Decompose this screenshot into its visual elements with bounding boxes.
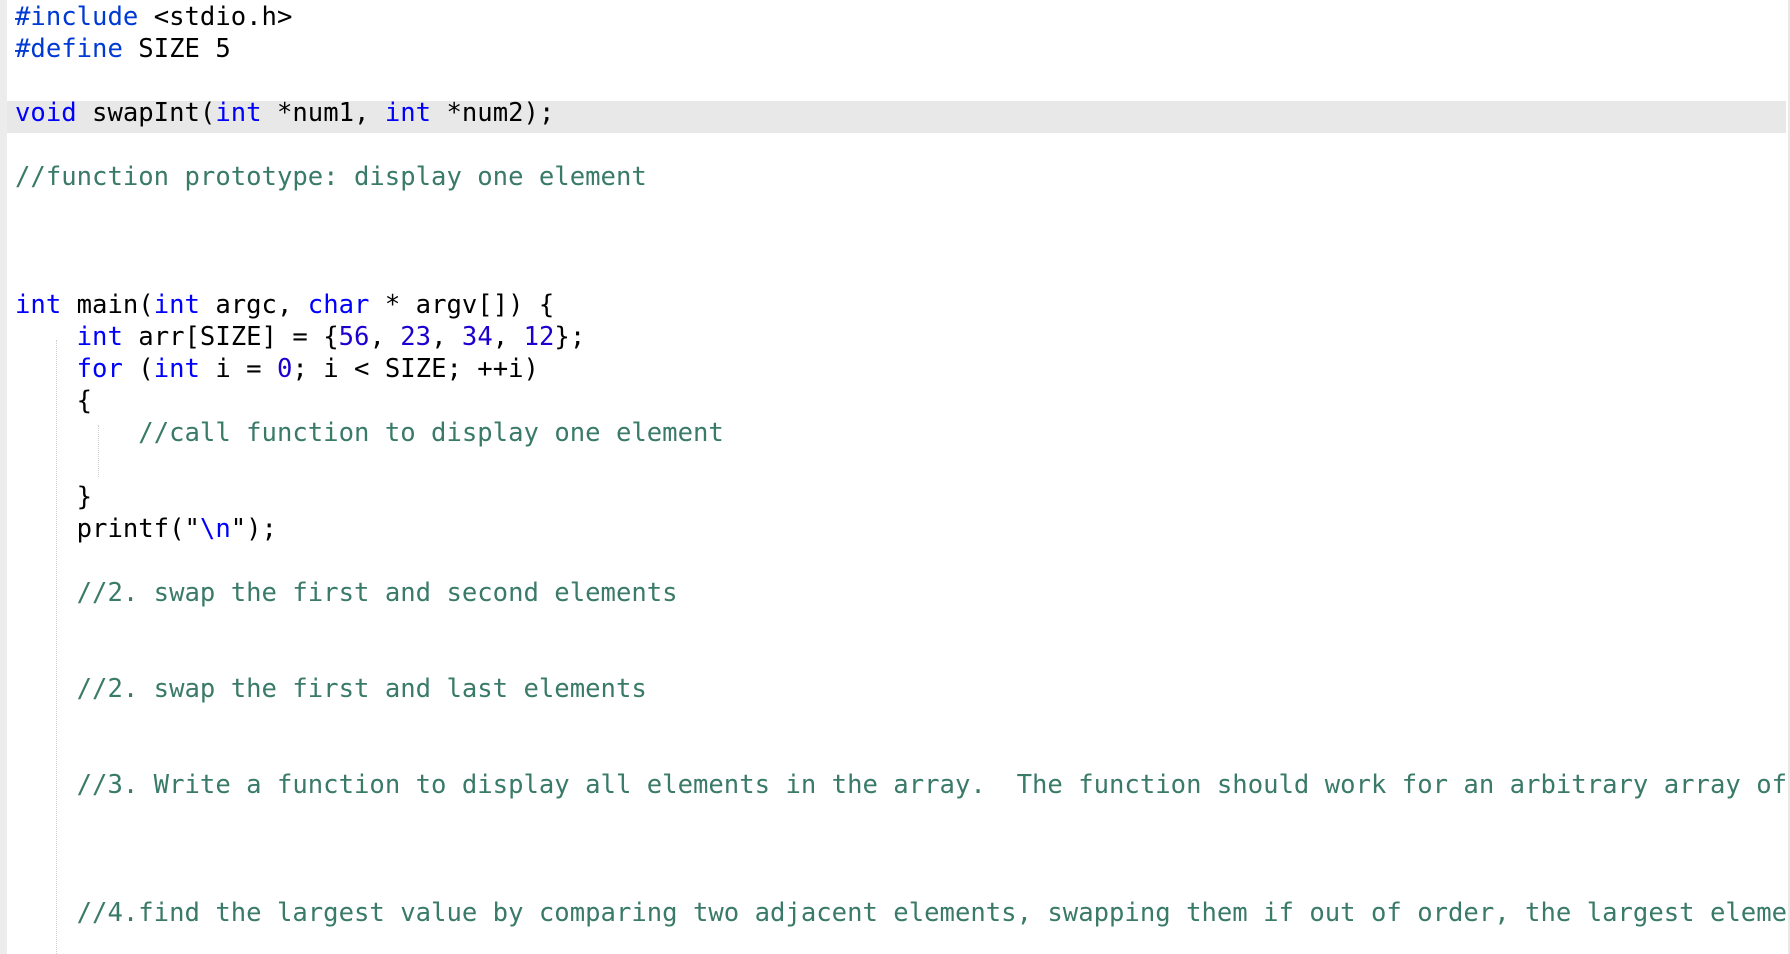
code-token: argc, xyxy=(199,290,308,320)
code-token: * argv[]) { xyxy=(369,290,555,320)
code-token: ; i < SIZE; ++i) xyxy=(292,354,539,384)
code-token: printf(" xyxy=(15,514,200,544)
code-token: , xyxy=(431,322,462,352)
code-line: //2. swap the first and last elements xyxy=(15,673,1790,705)
code-line: int main(int argc, char * argv[]) { xyxy=(15,289,1790,321)
code-token: <stdio.h> xyxy=(138,2,293,32)
code-line: } xyxy=(15,481,1790,513)
code-token: 12 xyxy=(523,322,555,352)
code-line: printf("\n"); xyxy=(15,513,1790,545)
code-token: for xyxy=(76,354,123,384)
code-token: //2. swap the first and second elements xyxy=(76,578,678,608)
editor-gutter xyxy=(0,0,7,954)
code-token: int xyxy=(153,354,200,384)
code-token: 23 xyxy=(400,322,432,352)
code-token: char xyxy=(307,290,370,320)
code-token: //3. Write a function to display all ele… xyxy=(76,770,1790,800)
code-line: //call function to display one element xyxy=(15,417,1790,449)
code-token: int xyxy=(15,290,62,320)
code-line: int arr[SIZE] = {56, 23, 34, 12}; xyxy=(15,321,1790,353)
code-token: //4.find the largest value by comparing … xyxy=(76,898,1790,928)
code-editor[interactable]: #include <stdio.h> #define SIZE 5 void sw… xyxy=(0,0,1790,954)
code-token: 56 xyxy=(338,322,370,352)
code-line: //2. swap the first and second elements xyxy=(15,577,1790,609)
code-token: void xyxy=(15,98,77,128)
code-line: #define SIZE 5 xyxy=(15,33,1790,65)
code-token: int xyxy=(215,98,262,128)
code-token: int xyxy=(153,290,200,320)
code-token: arr[SIZE] = { xyxy=(122,322,339,352)
code-line: for (int i = 0; i < SIZE; ++i) xyxy=(15,353,1790,385)
code-token: int xyxy=(384,98,432,128)
code-token: *num1, xyxy=(261,98,385,128)
code-token: #include xyxy=(15,2,139,32)
code-token: , xyxy=(492,322,524,352)
code-line: #include <stdio.h> xyxy=(15,1,1790,33)
code-token: i = xyxy=(199,354,277,384)
code-token: } xyxy=(15,482,93,512)
code-line: //3. Write a function to display all ele… xyxy=(15,769,1790,801)
code-token: 34 xyxy=(461,322,493,352)
code-token: //call function to display one element xyxy=(138,418,724,448)
code-token: \n xyxy=(199,514,231,544)
code-line: //function prototype: display one elemen… xyxy=(15,161,1790,193)
code-token: ( xyxy=(122,354,154,384)
code-line: void swapInt(int *num1, int *num2); xyxy=(15,97,1790,129)
code-token: }; xyxy=(554,322,586,352)
code-token: #define xyxy=(15,34,123,64)
code-line: //4.find the largest value by comparing … xyxy=(15,897,1790,929)
code-token: //2. swap the first and last elements xyxy=(76,674,647,704)
code-token: //function prototype: display one elemen… xyxy=(15,162,647,192)
code-token: , xyxy=(369,322,401,352)
code-token: *num2); xyxy=(431,98,555,128)
code-token: "); xyxy=(230,514,277,544)
code-token: int xyxy=(76,322,123,352)
code-token: { xyxy=(15,386,93,416)
code-token: 0 xyxy=(276,354,293,384)
code-content[interactable]: #include <stdio.h> #define SIZE 5 void sw… xyxy=(15,1,1790,929)
code-token: swapInt( xyxy=(76,98,216,128)
code-line: { xyxy=(15,385,1790,417)
code-token: main( xyxy=(61,290,154,320)
code-token: SIZE 5 xyxy=(122,34,231,64)
